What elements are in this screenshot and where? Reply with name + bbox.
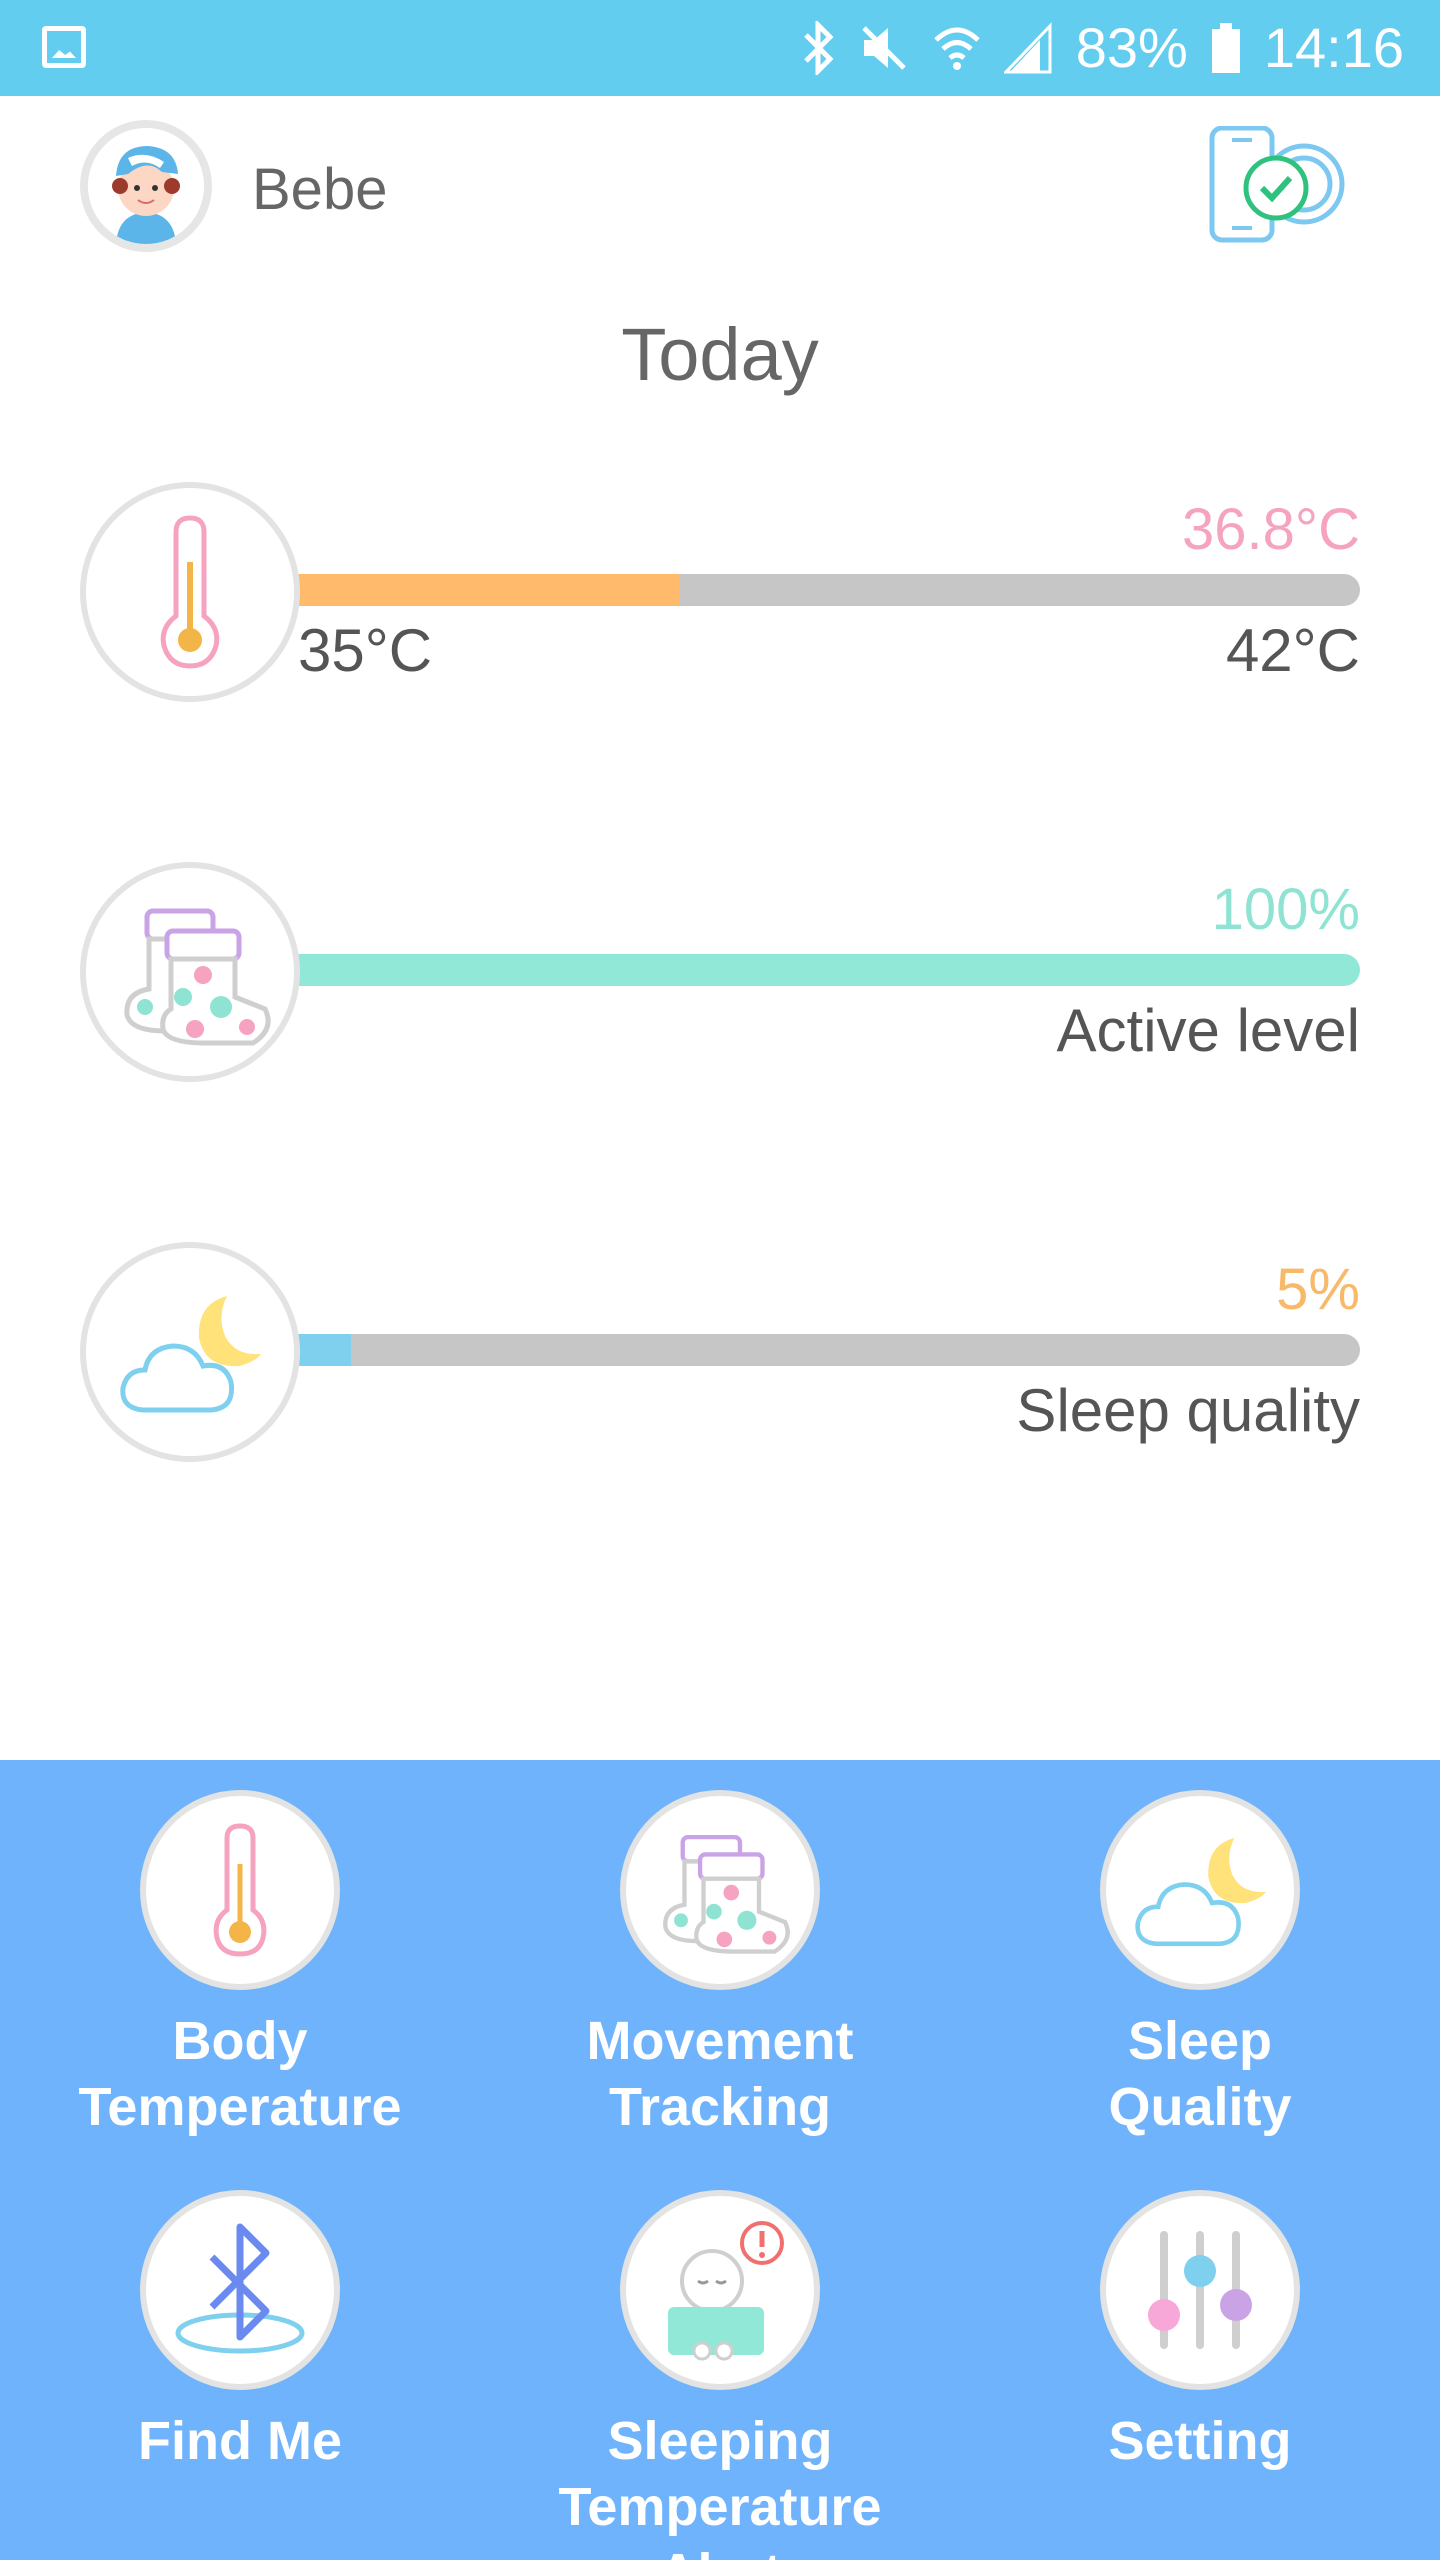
bluetooth-icon [803,21,834,75]
status-bar: 83% 14:16 [0,0,1440,96]
clock: 14:16 [1263,16,1404,79]
status-icons: 83% 14:16 [802,0,1404,96]
booties-icon [80,862,300,1082]
sleep-value: 5% [1276,1257,1360,1322]
device-connected-icon [1209,125,1345,243]
sleep-bar-fill [298,1334,352,1366]
activity-bar-fill [298,954,1360,986]
mute-icon [861,26,906,70]
activity-value: 100% [1211,877,1360,942]
menu-label-line1: Sleeping [607,2411,833,2471]
menu-find-me[interactable]: Find Me [30,2190,450,2474]
sleep-bar [298,1334,1360,1366]
menu-setting[interactable]: Setting [990,2190,1410,2474]
battery-percent: 83% [1075,16,1188,79]
page-title: Today [621,313,819,396]
sliders-icon [1100,2190,1300,2390]
menu-label-line2: Tracking [608,2077,832,2137]
temperature-value: 36.8°C [1182,497,1360,562]
menu-label-line1: Sleep [1127,2011,1273,2071]
activity-label: Active level [1056,997,1360,1064]
menu-sleep-quality[interactable]: Sleep Quality [990,1790,1410,2140]
device-connected-button[interactable] [1200,125,1360,246]
booties-icon [620,1790,820,1990]
menu-label-line2: Temperature [78,2077,402,2137]
menu-label-line2: Temperature Alert [558,2477,882,2560]
baby-avatar-icon [88,128,204,244]
activity-bar [298,954,1360,986]
sleep-stat[interactable]: 5% Sleep quality [0,1242,1440,1462]
moon-cloud-icon [80,1242,300,1462]
menu-label-line1: Body [172,2011,308,2071]
sleep-label: Sleep quality [1016,1377,1360,1444]
temperature-max: 42°C [1225,617,1360,684]
menu-movement-tracking[interactable]: Movement Tracking [510,1790,930,2140]
user-name[interactable]: Bebe [252,156,387,223]
menu-label-line2: Quality [1108,2077,1292,2137]
signal-icon [1003,22,1052,74]
menu-label-line1: Movement [586,2011,854,2071]
thermometer-icon [140,1790,340,1990]
temperature-stat[interactable]: 36.8°C 35°C 42°C [0,482,1440,702]
temperature-min: 35°C [298,617,433,684]
moon-cloud-icon [1100,1790,1300,1990]
bluetooth-icon [140,2190,340,2390]
wifi-icon [934,27,980,70]
avatar[interactable] [80,120,212,252]
menu-label-line1: Find Me [138,2411,342,2471]
temperature-bar [298,574,1360,606]
sleeping-baby-alert-icon [620,2190,820,2390]
gallery-icon [42,26,86,68]
thermometer-icon [80,482,300,702]
menu-label-line1: Setting [1108,2411,1292,2471]
menu-body-temperature[interactable]: Body Temperature [30,1790,450,2140]
activity-stat[interactable]: 100% Active level [0,862,1440,1082]
menu-sleeping-temperature-alert[interactable]: Sleeping Temperature Alert [510,2190,930,2560]
bottom-menu: Body Temperature Movement Tracking Sleep… [0,1760,1440,2560]
battery-icon [1211,23,1240,73]
temperature-bar-fill [298,574,681,606]
